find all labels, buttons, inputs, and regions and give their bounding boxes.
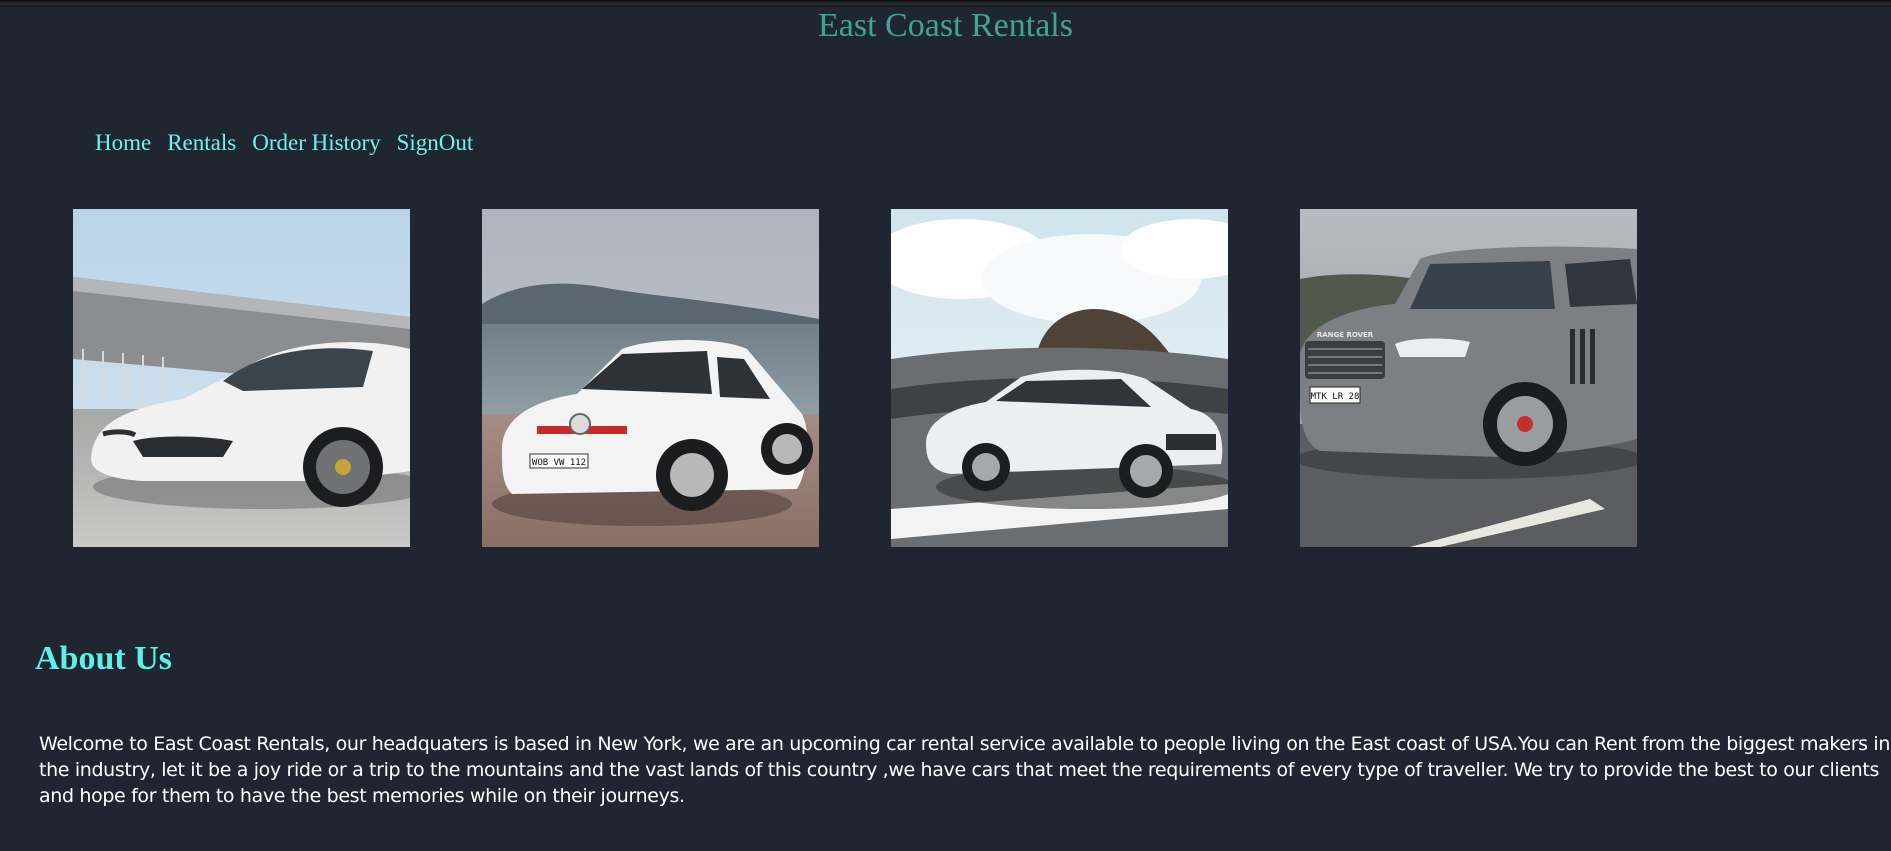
plate-text-hatchback: WOB VW 112 [532,458,586,468]
about-heading: About Us [35,640,172,677]
car-photo-sports-car [73,209,410,547]
suv-image: RANGE ROVER MTK LR 28 [1300,209,1637,547]
suv-badge-text: RANGE ROVER [1317,331,1374,339]
main-nav: Home Rentals Order History SignOut [95,128,489,158]
sports-car-image [73,209,410,547]
site-title: East Coast Rentals [818,7,1073,44]
nav-link-rentals[interactable]: Rentals [167,128,236,158]
car-photo-sedan [891,209,1228,547]
sedan-image [891,209,1228,547]
nav-link-order-history[interactable]: Order History [252,128,380,158]
car-photo-hatchback: WOB VW 112 [482,209,819,547]
nav-link-signout[interactable]: SignOut [397,128,474,158]
plate-text-suv: MTK LR 28 [1311,392,1360,402]
nav-link-home[interactable]: Home [95,128,151,158]
car-gallery: WOB VW 112 RANGE ROVER MTK LR 28 [73,209,1637,547]
about-body-text: Welcome to East Coast Rentals, our headq… [39,733,1891,807]
car-photo-suv: RANGE ROVER MTK LR 28 [1300,209,1637,547]
hatchback-image: WOB VW 112 [482,209,819,547]
